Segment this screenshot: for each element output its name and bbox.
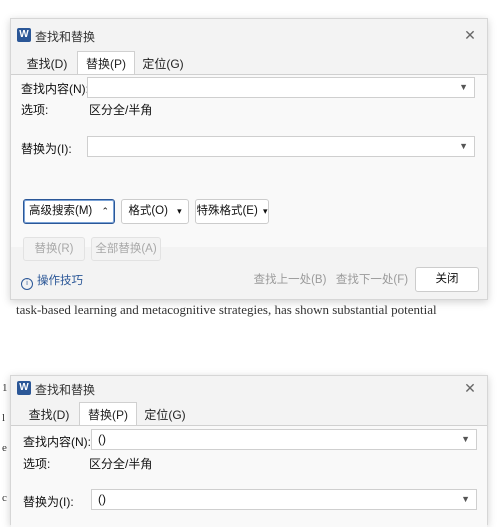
find-label: 查找内容(N): [23,435,91,449]
dialog-titlebar: W 查找和替换 ✕ [11,19,487,51]
close-icon[interactable]: ✕ [461,26,479,44]
word-app-icon: W [17,28,31,42]
document-edge-char: 1 [2,382,8,394]
replace-button[interactable]: 替换(R) [23,237,85,261]
replace-label: 替换为(I): [23,495,74,509]
find-previous-button[interactable]: 查找上一处(B) [251,270,329,290]
document-edge-char: c [2,492,7,504]
find-next-button[interactable]: 查找下一处(F) [333,270,411,290]
dialog-title: 查找和替换 [35,30,96,44]
special-format-label: 特殊格式(E) [196,205,258,217]
close-button[interactable]: 关闭 [415,267,479,292]
tips-icon: i [21,278,33,290]
dropdown-arrow-icon: ▾ [177,206,182,216]
format-button[interactable]: 格式(O) ▾ [121,199,189,224]
special-format-button[interactable]: 特殊格式(E) ▾ [195,199,269,224]
dropdown-arrow-icon: ▾ [263,206,268,216]
find-input-value: () [98,432,106,446]
chevron-down-icon[interactable]: ▼ [461,430,470,449]
advanced-search-label: 高级搜索(M) [29,205,93,217]
document-text-line: task-based learning and metacognitive st… [16,302,437,317]
find-input[interactable]: () ▼ [91,429,477,450]
replace-input[interactable]: ▼ [87,136,475,157]
options-label: 选项: [23,457,51,471]
options-value: 区分全/半角 [89,457,153,471]
close-icon[interactable]: ✕ [461,379,479,397]
tips-link-label: 操作技巧 [37,275,83,287]
replace-label: 替换为(I): [21,142,72,156]
tab-find[interactable]: 查找(D) [19,53,75,75]
tab-find[interactable]: 查找(D) [21,404,77,426]
replace-all-button[interactable]: 全部替换(A) [91,237,161,261]
chevron-down-icon[interactable]: ▼ [459,78,468,97]
word-app-icon: W [17,381,31,395]
document-edge-char: e [2,442,7,454]
advanced-search-button[interactable]: 高级搜索(M) ⌃ [23,199,115,224]
chevron-down-icon[interactable]: ▼ [461,490,470,509]
dialog-title: 查找和替换 [35,383,96,397]
options-label: 选项: [21,103,49,117]
find-input[interactable]: ▼ [87,77,475,98]
tab-goto[interactable]: 定位(G) [135,53,191,75]
document-edge-char: l [2,412,6,424]
chevron-up-icon: ⌃ [101,206,109,216]
chevron-down-icon[interactable]: ▼ [459,137,468,156]
tab-replace[interactable]: 替换(P) [79,402,137,426]
tips-link[interactable]: i 操作技巧 [21,272,83,290]
find-label: 查找内容(N): [21,82,89,96]
options-value: 区分全/半角 [89,103,153,117]
tab-replace[interactable]: 替换(P) [77,51,135,75]
replace-input-value: () [98,492,106,506]
format-label: 格式(O) [128,205,168,217]
find-replace-dialog-filled: W 查找和替换 ✕ 查找(D) 替换(P) 定位(G) 查找内容(N): () … [10,375,488,527]
find-replace-dialog: W 查找和替换 ✕ 查找(D) 替换(P) 定位(G) 查找内容(N): ▼ 选… [10,18,488,300]
tab-goto[interactable]: 定位(G) [137,404,193,426]
replace-input[interactable]: () ▼ [91,489,477,510]
